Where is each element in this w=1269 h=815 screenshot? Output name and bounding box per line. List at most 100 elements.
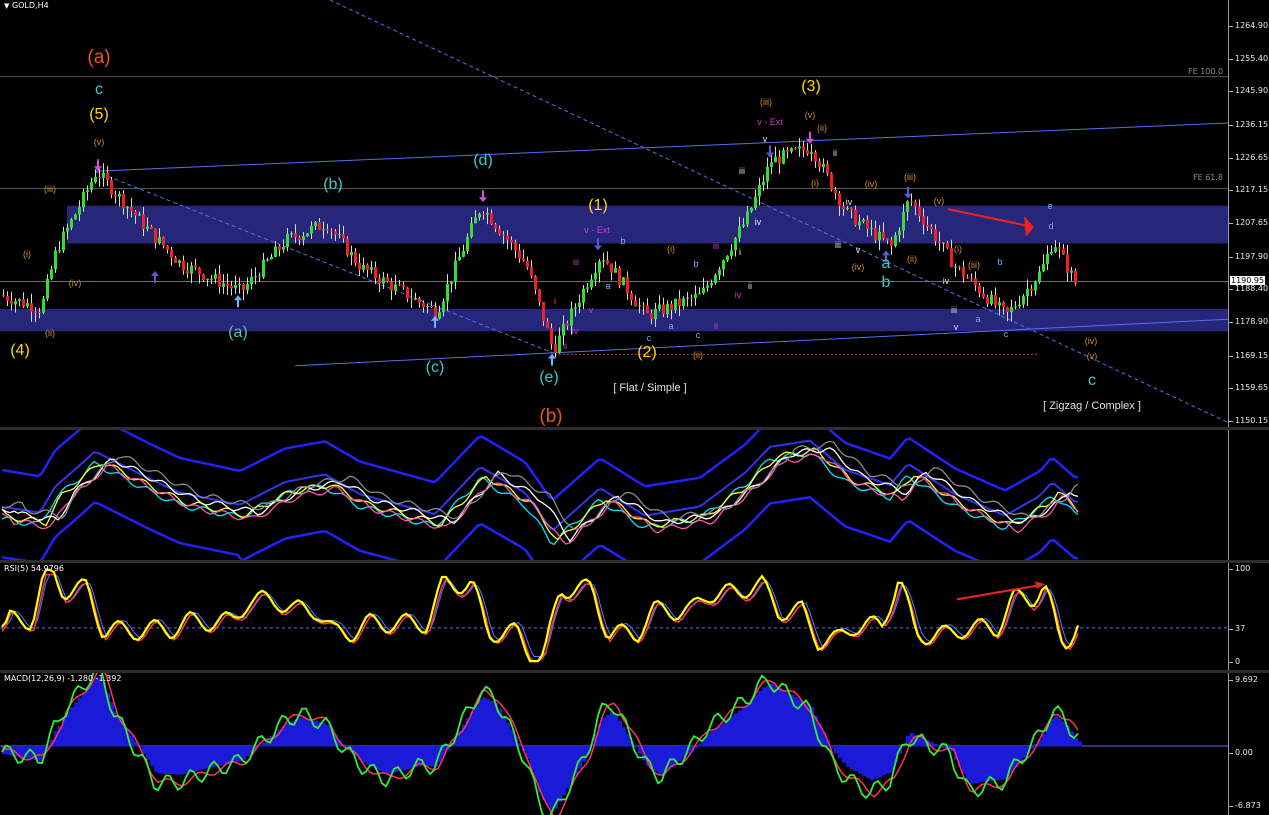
candle-body bbox=[638, 305, 641, 307]
candle-body bbox=[186, 270, 189, 274]
candle-body bbox=[598, 261, 601, 273]
wave-label: (4) bbox=[10, 342, 30, 359]
candle-body bbox=[470, 223, 473, 238]
wave-label: (a) bbox=[228, 324, 248, 341]
macd-histogram-bar bbox=[186, 746, 190, 774]
macd-histogram-bar bbox=[770, 683, 774, 747]
wave-label: iii bbox=[835, 240, 841, 250]
candle-body bbox=[938, 241, 941, 244]
wave-label: (iii) bbox=[44, 184, 56, 194]
wave-label: (iii) bbox=[760, 97, 772, 107]
macd-histogram-bar bbox=[658, 746, 662, 775]
candle-body bbox=[518, 250, 521, 259]
wave-label: ii bbox=[563, 341, 567, 351]
candle-body bbox=[890, 240, 893, 246]
macd-histogram-bar bbox=[970, 746, 974, 784]
wave-label: i bbox=[739, 247, 741, 257]
wave-label: iv bbox=[942, 276, 950, 286]
candle-body bbox=[650, 313, 653, 320]
macd-histogram-bar bbox=[542, 746, 546, 801]
macd-histogram-bar bbox=[994, 746, 998, 781]
candle-body bbox=[294, 233, 297, 238]
candle-body bbox=[662, 304, 665, 314]
candle-body bbox=[774, 156, 777, 163]
fe-61-label: FE 61.8 bbox=[1193, 173, 1224, 182]
candle-body bbox=[258, 276, 261, 278]
macd-histogram-bar bbox=[298, 717, 302, 747]
candle-body bbox=[898, 230, 901, 236]
candle-body bbox=[250, 276, 253, 285]
candle-body bbox=[1042, 263, 1045, 272]
price-chart-pane[interactable]: ▼ GOLD,H4 (a) c (5) (v) (iii) (i) (iv) (ii) (4) (… bbox=[0, 0, 1228, 427]
wave-label: a bbox=[668, 321, 674, 331]
price-tick: 1255.40 bbox=[1228, 53, 1269, 63]
macd-histogram-bar bbox=[966, 746, 970, 781]
macd-histogram-bar bbox=[550, 746, 554, 810]
candle-body bbox=[242, 284, 245, 291]
candle-body bbox=[354, 251, 357, 264]
macd-histogram-bar bbox=[366, 746, 370, 765]
wave-label: (ii) bbox=[907, 254, 917, 264]
dropdown-triangle-icon[interactable]: ▼ bbox=[4, 2, 9, 10]
candle-body bbox=[698, 293, 701, 295]
candle-body bbox=[170, 249, 173, 258]
macd-histogram-bar bbox=[802, 701, 806, 747]
candle-body bbox=[822, 164, 825, 168]
candle-body bbox=[306, 233, 309, 237]
wave-label: (v) bbox=[933, 196, 945, 206]
candle-body bbox=[858, 221, 861, 226]
macd-histogram-bar bbox=[1054, 716, 1058, 747]
macd-histogram-bar bbox=[1058, 719, 1062, 747]
candle-body bbox=[918, 206, 921, 217]
macd-histogram-bar bbox=[738, 710, 742, 747]
macd-histogram-bar bbox=[610, 712, 614, 747]
macd-histogram-bar bbox=[546, 746, 550, 805]
macd-histogram-bar bbox=[918, 736, 922, 747]
candle-body bbox=[1050, 251, 1053, 254]
macd-histogram-bar bbox=[246, 746, 250, 757]
candle-body bbox=[658, 304, 661, 309]
candle-body bbox=[218, 274, 221, 287]
macd-histogram-bar bbox=[978, 746, 982, 783]
wave-label: v bbox=[588, 305, 594, 315]
wave-label: (c) bbox=[425, 359, 445, 376]
wave-label: v bbox=[855, 245, 861, 255]
candle-body bbox=[1062, 248, 1065, 255]
wave-label: (ii) bbox=[817, 123, 827, 133]
wave-label: iv bbox=[754, 217, 762, 227]
candle-body bbox=[286, 234, 289, 248]
moving-average-pane[interactable] bbox=[0, 430, 1228, 560]
candle-body bbox=[318, 222, 321, 230]
macd-histogram-bar bbox=[1074, 738, 1078, 747]
candle-body bbox=[70, 219, 73, 228]
candle-body bbox=[342, 234, 345, 239]
macd-histogram-bar bbox=[426, 746, 430, 767]
candle-body bbox=[422, 302, 425, 308]
rsi-pane[interactable]: RSI(5) 54.9796 bbox=[0, 563, 1228, 670]
candle-body bbox=[82, 191, 85, 208]
price-axis[interactable]: 1264.90 1255.40 1245.90 1236.15 1226.65 1217.… bbox=[1228, 0, 1269, 427]
price-tick: 1207.65 bbox=[1228, 218, 1269, 228]
macd-histogram-bar bbox=[306, 718, 310, 747]
candle-body bbox=[902, 211, 905, 231]
moving-average-line bbox=[1, 447, 1079, 543]
macd-pane[interactable]: MACD(12,26,9) -1.280 -1.392 bbox=[0, 673, 1228, 815]
candle-body bbox=[438, 312, 441, 319]
price-tick: 1226.65 bbox=[1228, 152, 1269, 162]
macd-histogram-bar bbox=[218, 746, 222, 766]
wave-label: (e) bbox=[539, 369, 559, 386]
candle-body bbox=[38, 312, 41, 314]
candle-body bbox=[58, 250, 61, 252]
candle-body bbox=[162, 236, 165, 246]
macd-histogram-bar bbox=[70, 707, 74, 747]
moving-average-line bbox=[1, 453, 1079, 545]
candle-body bbox=[702, 287, 705, 294]
candle-body bbox=[378, 278, 381, 284]
macd-histogram-bar bbox=[370, 746, 374, 767]
candle-body bbox=[374, 267, 377, 279]
candle-body bbox=[482, 213, 485, 215]
wave-label: b bbox=[997, 257, 1003, 267]
candle-body bbox=[486, 213, 489, 215]
macd-histogram-bar bbox=[486, 699, 490, 747]
candle-body bbox=[622, 277, 625, 286]
